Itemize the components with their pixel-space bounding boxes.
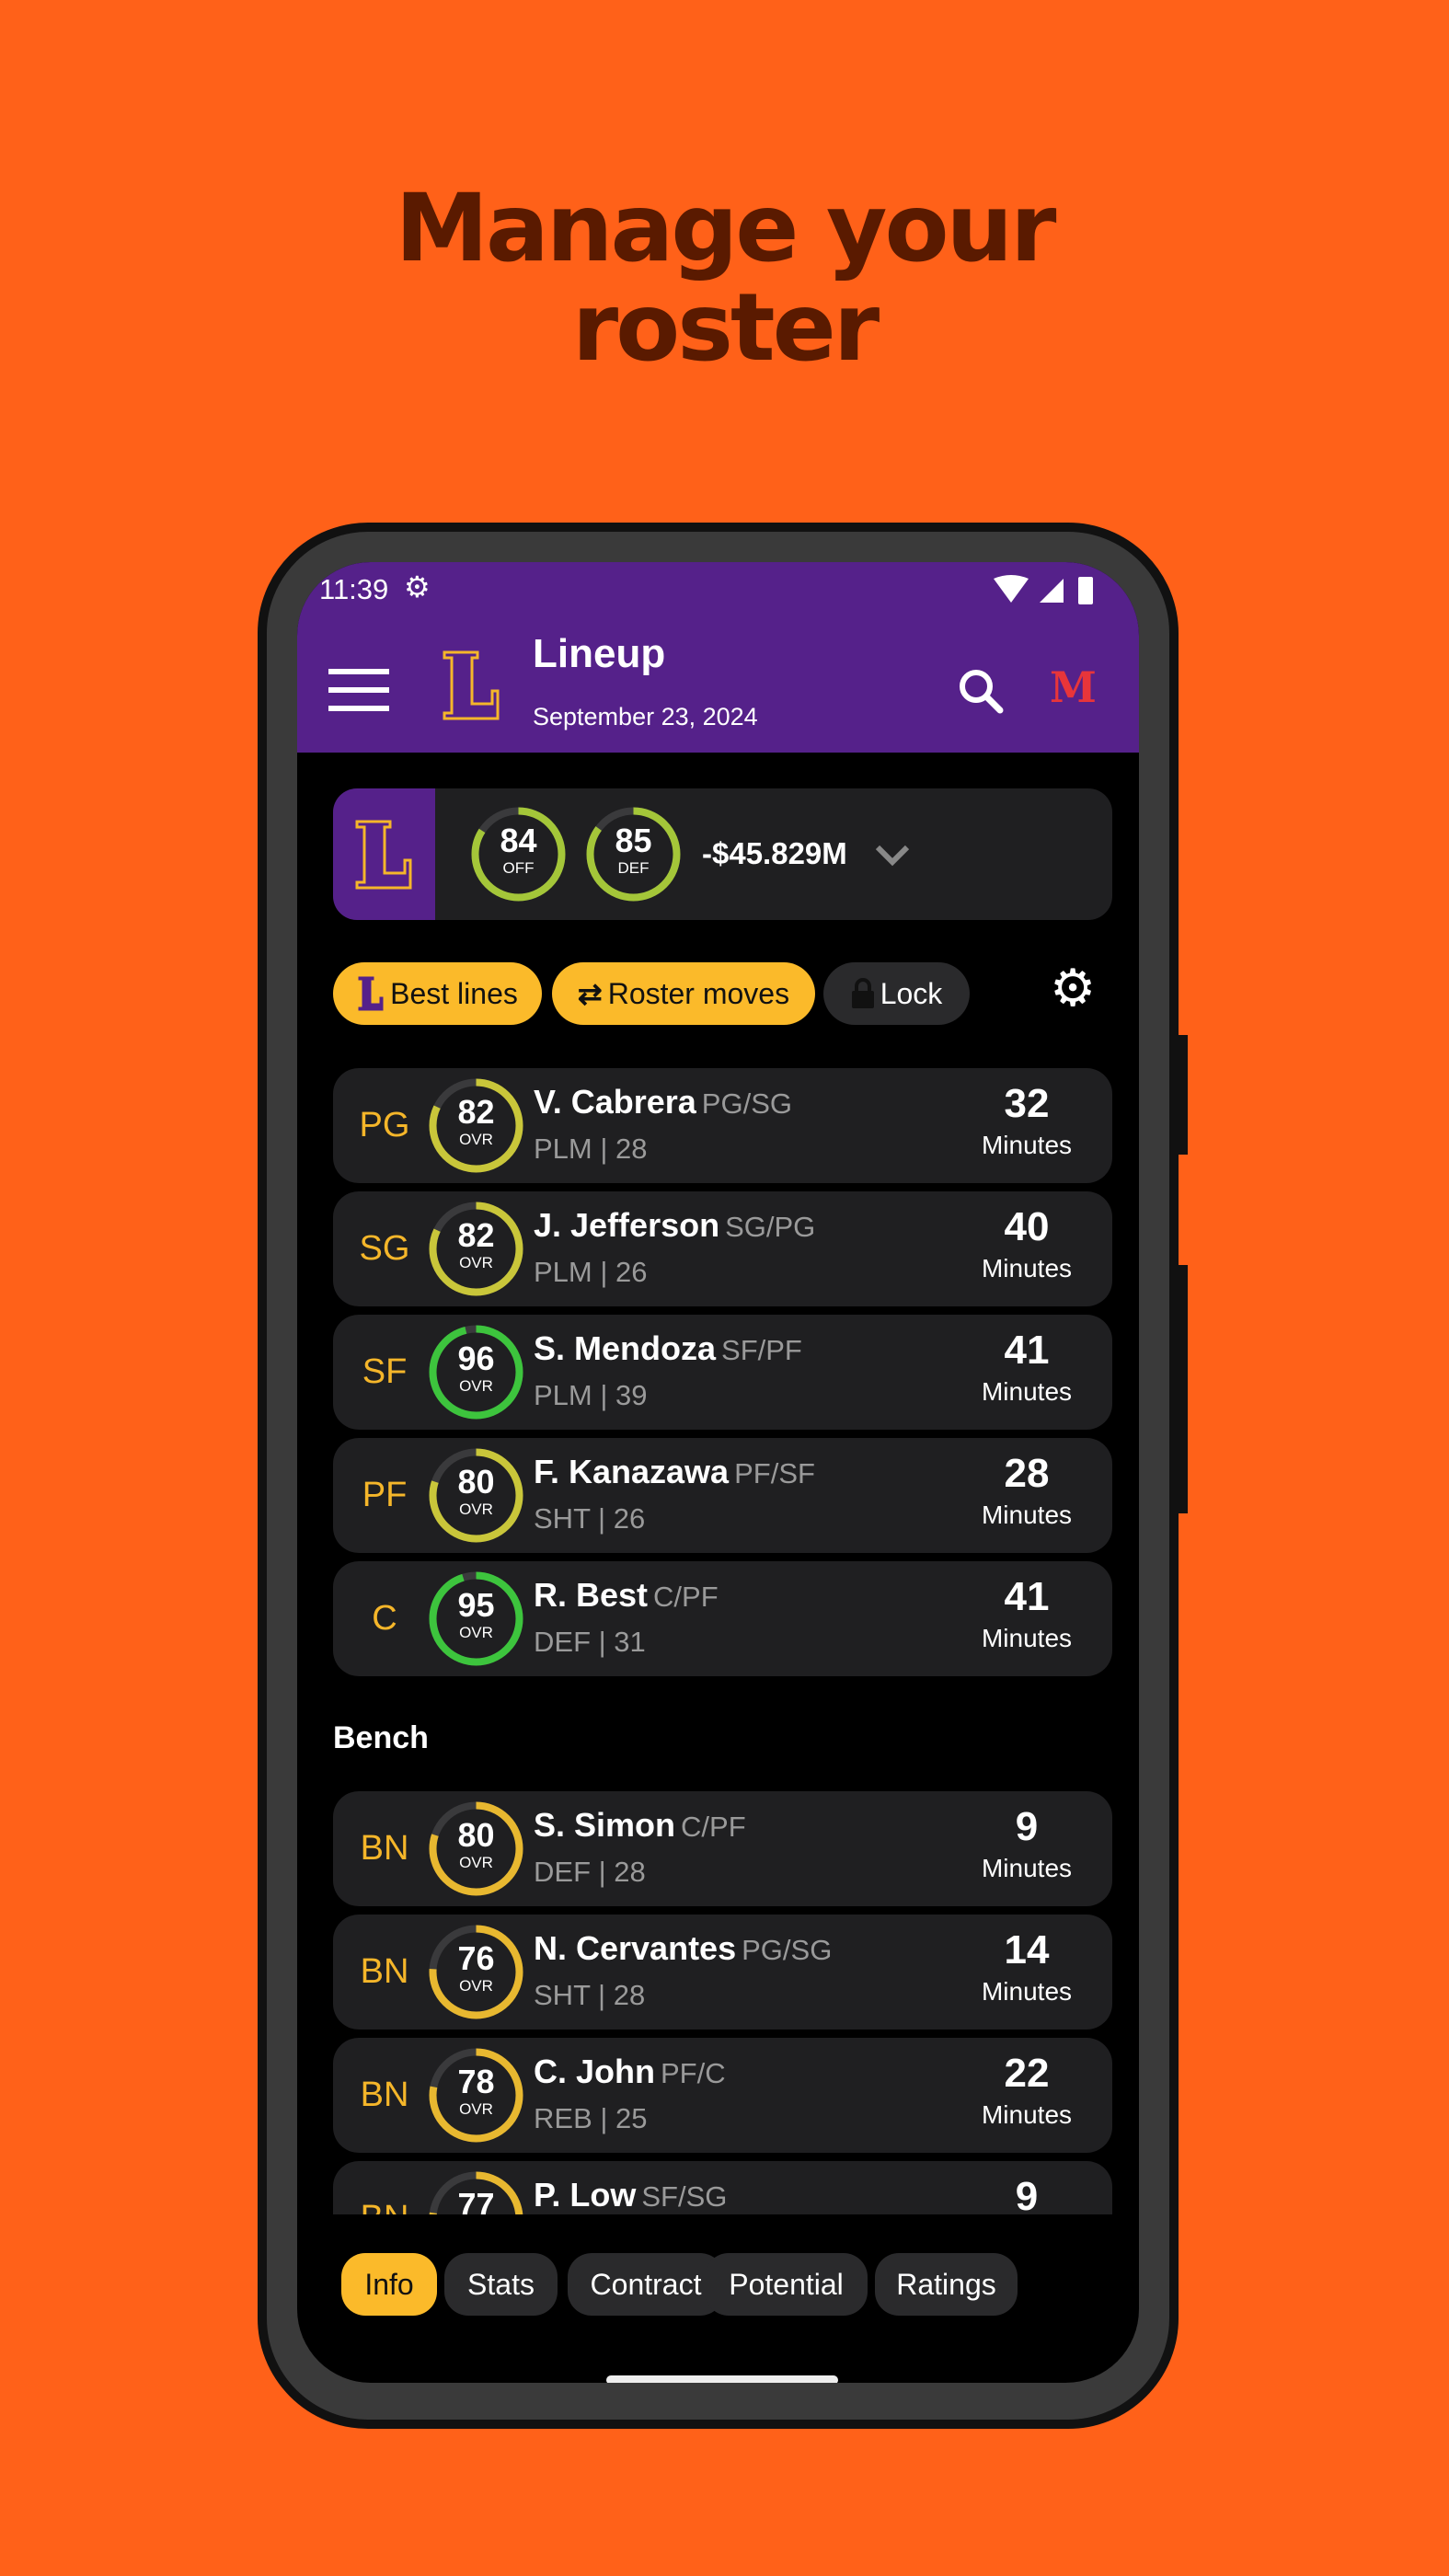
player-row[interactable]: PG 82 OVR V. Cabrera PG/SG PLM | 28 32 Minu…	[333, 1068, 1112, 1183]
lineup-position: BN	[360, 1829, 409, 1868]
player-row[interactable]: BN 76 OVR N. Cervantes PG/SG SHT | 28 14 Mi…	[333, 1915, 1112, 2030]
player-positions: PF/C	[661, 2057, 726, 2089]
lineup-position: PF	[362, 1476, 408, 1514]
player-info: SHT | 26	[534, 1502, 646, 1535]
ovr-value: 95	[457, 1586, 495, 1624]
lineup-position: SG	[359, 1229, 410, 1268]
player-positions: SF/SG	[641, 2180, 728, 2213]
player-name: F. Kanazawa	[534, 1453, 730, 1490]
ovr-value: 82	[457, 1093, 495, 1131]
lineup-position: BN	[360, 1952, 409, 1991]
player-positions: SF/PF	[721, 1334, 802, 1366]
ovr-value: 76	[457, 1939, 495, 1977]
player-row[interactable]: BN 78 OVR C. John PF/C REB | 25 22 Minutes	[333, 2038, 1112, 2153]
player-info: PLM | 28	[534, 1133, 648, 1165]
player-positions: C/PF	[681, 1811, 746, 1843]
menu-icon[interactable]	[328, 669, 389, 711]
minutes-value: 41	[1004, 1328, 1050, 1373]
tab-info[interactable]: Info	[341, 2253, 437, 2316]
player-row[interactable]: BN 80 OVR S. Simon C/PF DEF | 28 9 Minutes	[333, 1791, 1112, 1906]
player-positions: SG/PG	[725, 1211, 816, 1243]
wifi-signal-battery-icon	[994, 575, 1093, 604]
status-bar: 11:39 ⚙	[297, 562, 1139, 616]
tab-stats[interactable]: Stats	[444, 2253, 558, 2316]
ovr-value: 82	[457, 1216, 495, 1254]
player-row[interactable]: SF 96 OVR S. Mendoza SF/PF PLM | 39 41 Minu…	[333, 1315, 1112, 1430]
minutes-value: 9	[1015, 1804, 1039, 1849]
tab-ratings[interactable]: Ratings	[875, 2253, 1018, 2316]
player-name: J. Jefferson	[534, 1206, 720, 1244]
player-name: V. Cabrera	[534, 1083, 696, 1121]
player-info: PLM | 26	[534, 1256, 648, 1288]
tab-contract[interactable]: Contract	[568, 2253, 724, 2316]
roster-list[interactable]: Bench PG 82 OVR V. Cabrera PG/SG PLM | 28 …	[297, 753, 1139, 2214]
player-name: C. John	[534, 2053, 655, 2090]
power-button	[1179, 1265, 1188, 1513]
player-name: S. Mendoza	[534, 1329, 717, 1367]
minutes-value: 22	[1004, 2051, 1050, 2096]
player-row[interactable]: C 95 OVR R. Best C/PF DEF | 31 41 Minutes	[333, 1561, 1112, 1676]
lineup-position: PG	[359, 1106, 410, 1144]
player-positions: PG/SG	[701, 1087, 792, 1120]
home-indicator[interactable]	[606, 2375, 838, 2383]
minutes-value: 9	[1015, 2174, 1039, 2214]
headline: Manage your roster	[395, 174, 1057, 383]
lineup-position: SF	[362, 1352, 408, 1391]
volume-button	[1179, 1035, 1188, 1155]
ovr-value: 80	[457, 1463, 495, 1501]
status-time: 11:39	[319, 573, 389, 605]
player-info: DEF | 31	[534, 1626, 646, 1658]
player-info: DEF | 28	[534, 1856, 646, 1888]
player-row[interactable]: PF 80 OVR F. Kanazawa PF/SF SHT | 26 28 Min…	[333, 1438, 1112, 1553]
ovr-value: 80	[457, 1816, 495, 1854]
bench-heading: Bench	[333, 1720, 429, 1755]
player-name: P. Low	[534, 2176, 637, 2214]
ovr-value: 96	[457, 1340, 495, 1377]
player-positions: PF/SF	[734, 1457, 815, 1489]
player-name: S. Simon	[534, 1806, 676, 1844]
screen: 11:39 ⚙ Lineup September 23, 2024 M 84 OF…	[297, 562, 1139, 2383]
minutes-value: 14	[1004, 1927, 1050, 1972]
player-name: R. Best	[534, 1576, 649, 1614]
minutes-value: 41	[1004, 1574, 1050, 1619]
lineup-position: BN	[333, 2161, 436, 2214]
player-info: PLM | 39	[534, 1379, 648, 1411]
minutes-value: 28	[1004, 1451, 1050, 1496]
team-logo	[443, 650, 500, 720]
player-name: N. Cervantes	[534, 1929, 737, 1967]
lineup-position: C	[372, 1599, 397, 1638]
search-icon[interactable]	[958, 668, 1004, 714]
player-row[interactable]: BN 77OVR P. LowSF/SG 9Minutes	[333, 2161, 1112, 2214]
league-logo[interactable]: M	[1050, 662, 1097, 712]
player-info: REB | 25	[534, 2102, 648, 2134]
ovr-value: 78	[457, 2063, 495, 2100]
tab-potential[interactable]: Potential	[705, 2253, 868, 2316]
lineup-position: BN	[360, 2076, 409, 2114]
player-info: SHT | 28	[534, 1979, 646, 2011]
app-bar: Lineup September 23, 2024 M	[297, 616, 1139, 753]
player-row[interactable]: SG 82 OVR J. Jefferson SG/PG PLM | 26 40 Mi…	[333, 1191, 1112, 1306]
page-title: Lineup	[533, 631, 666, 676]
player-positions: C/PF	[653, 1581, 719, 1613]
minutes-value: 32	[1004, 1081, 1050, 1126]
player-positions: PG/SG	[742, 1934, 833, 1966]
minutes-value: 40	[1004, 1204, 1050, 1249]
settings-status-icon: ⚙	[404, 570, 431, 604]
page-date: September 23, 2024	[533, 703, 758, 730]
ovr-value: 77	[457, 2186, 495, 2215]
